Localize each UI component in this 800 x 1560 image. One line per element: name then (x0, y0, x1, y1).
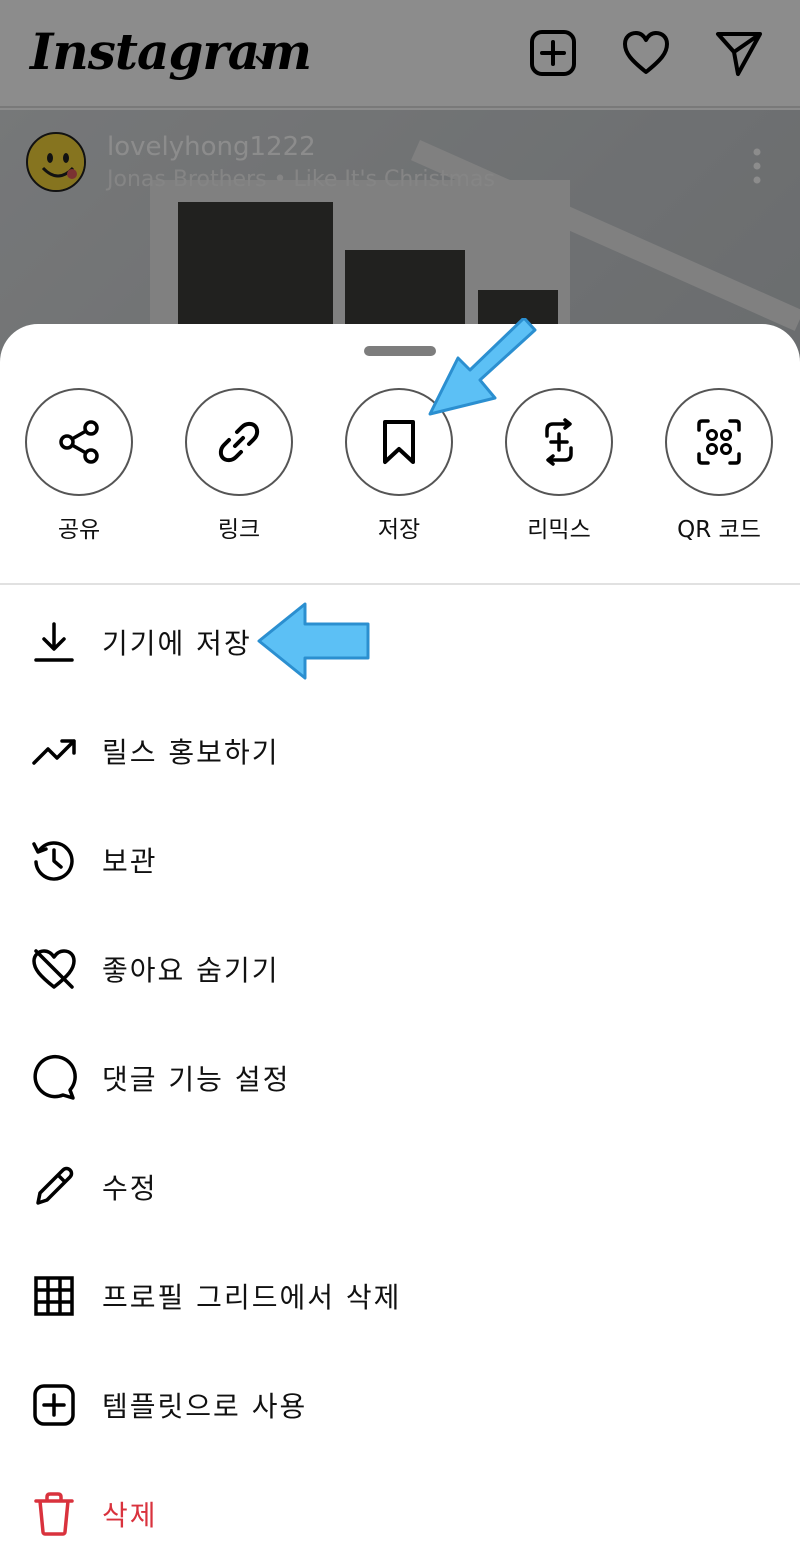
divider (0, 583, 800, 585)
qr-code-button[interactable]: QR 코드 (654, 388, 784, 548)
qr-code-label: QR 코드 (677, 517, 761, 543)
menu-item-hide-likes[interactable]: 좋아요 숨기기 (0, 913, 800, 1021)
share-icon (59, 420, 99, 464)
share-button[interactable]: 공유 (14, 388, 144, 548)
menu-item-comment-settings[interactable]: 댓글 기능 설정 (0, 1022, 800, 1130)
trending-up-icon (32, 739, 76, 765)
trash-icon (34, 1492, 74, 1536)
menu-item-promote-reel[interactable]: 릴스 홍보하기 (0, 695, 800, 803)
menu-label: 기기에 저장 (102, 627, 252, 660)
pencil-icon (36, 1166, 74, 1205)
share-label: 공유 (57, 517, 101, 543)
menu-label: 릴스 홍보하기 (102, 736, 280, 769)
save-label: 저장 (377, 517, 421, 543)
menu-label: 보관 (102, 845, 158, 878)
grid-icon (34, 1276, 74, 1316)
annotation-arrow-to-save-device (257, 602, 370, 680)
menu-item-archive[interactable]: 보관 (0, 804, 800, 912)
link-button[interactable]: 링크 (174, 388, 304, 548)
menu-label: 프로필 그리드에서 삭제 (102, 1281, 402, 1314)
bookmark-icon (383, 420, 415, 464)
menu-label: 템플릿으로 사용 (102, 1390, 308, 1423)
share-actions-row: 공유 링크 저장 리믹스 QR 코드 (0, 388, 800, 548)
menu-label: 댓글 기능 설정 (102, 1063, 291, 1096)
menu-item-edit[interactable]: 수정 (0, 1131, 800, 1239)
comment-icon (33, 1054, 77, 1100)
menu-label: 수정 (102, 1172, 158, 1205)
link-icon (218, 421, 260, 463)
qr-code-icon (697, 419, 741, 465)
link-label: 링크 (217, 517, 261, 543)
menu-item-use-as-template[interactable]: 템플릿으로 사용 (0, 1349, 800, 1457)
download-icon (34, 622, 74, 662)
menu-item-save-to-device[interactable]: 기기에 저장 (0, 586, 800, 694)
plus-square-icon (33, 1384, 75, 1426)
menu-item-delete[interactable]: 삭제 (0, 1458, 800, 1560)
options-bottom-sheet: 공유 링크 저장 리믹스 QR 코드 기기에 저장 릴스 홍보하기 보관 좋아요… (0, 324, 800, 1560)
menu-label-delete: 삭제 (102, 1499, 158, 1532)
remix-label: 리믹스 (527, 517, 591, 543)
annotation-arrow-to-save (428, 318, 537, 416)
menu-item-remove-from-grid[interactable]: 프로필 그리드에서 삭제 (0, 1240, 800, 1348)
archive-clock-icon (32, 841, 74, 881)
menu-label: 좋아요 숨기기 (102, 954, 280, 987)
hide-likes-heart-icon (32, 949, 76, 989)
